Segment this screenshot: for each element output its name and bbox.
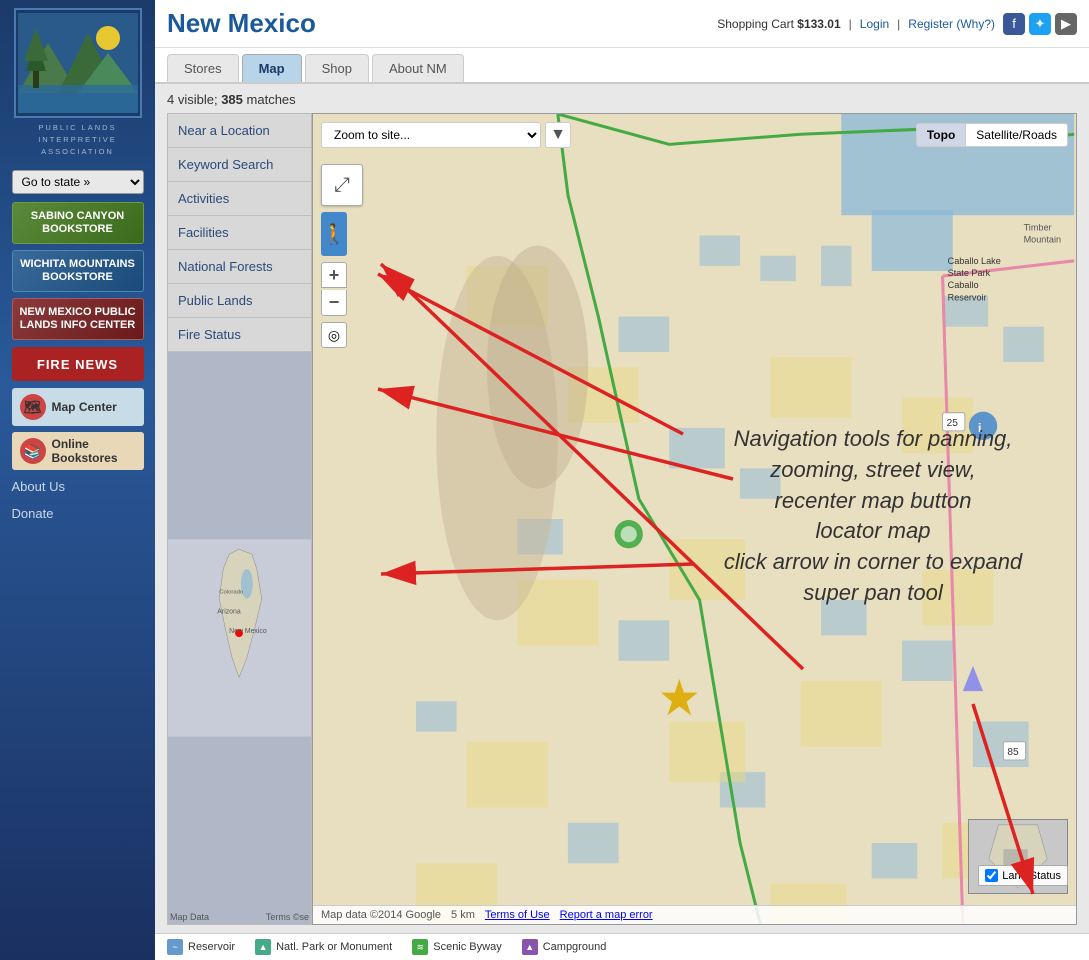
svg-text:State Park: State Park (948, 268, 991, 278)
login-link[interactable]: Login (860, 17, 889, 31)
map-data-text: Map data ©2014 Google (321, 909, 441, 921)
map-stats: 4 visible; 385 matches (167, 92, 1077, 107)
register-link[interactable]: Register (Why?) (908, 17, 995, 31)
fire-news-label: FIRE NEWS (37, 357, 118, 372)
bookstore-label: Online Bookstores (52, 437, 136, 465)
svg-text:Caballo Lake: Caballo Lake (948, 256, 1001, 266)
legend-campground: ▲ Campground (522, 939, 607, 955)
wichita-label: WICHITA MOUNTAINS BOOKSTORE (15, 258, 141, 284)
svg-text:25: 25 (947, 418, 959, 429)
terms-of-use-link[interactable]: Terms of Use (485, 909, 550, 921)
twitter-icon[interactable]: ✦ (1029, 13, 1051, 35)
sidebar-item-about-us[interactable]: About Us (12, 475, 144, 498)
filter-keyword[interactable]: Keyword Search (168, 148, 311, 182)
tabs: Stores Map Shop About NM (155, 48, 1089, 84)
filter-near-location[interactable]: Near a Location (168, 114, 311, 148)
main-map[interactable]: 25 85 i (312, 113, 1077, 925)
map-type-topo[interactable]: Topo (917, 124, 966, 146)
park-icon: ▲ (255, 939, 271, 955)
mini-map: Arizona New Mexico Colorado Map Data Ter… (168, 352, 311, 924)
map-bottom-bar: Map data ©2014 Google 5 km Terms of Use … (313, 905, 1076, 924)
filter-facilities[interactable]: Facilities (168, 216, 311, 250)
svg-text:Caballo: Caballo (948, 280, 979, 290)
logo-text: PUBLIC LANDS INTERPRETIVE ASSOCIATION (38, 122, 117, 158)
zoom-dropdown-button[interactable]: ▼ (545, 122, 571, 148)
filter-activities[interactable]: Activities (168, 182, 311, 216)
tab-shop[interactable]: Shop (305, 54, 369, 82)
header-right: Shopping Cart $133.01 | Login | Register… (717, 13, 1077, 35)
land-status-input[interactable] (985, 869, 998, 882)
reservoir-icon: ~ (167, 939, 183, 955)
facebook-icon[interactable]: f (1003, 13, 1025, 35)
report-error-link[interactable]: Report a map error (560, 909, 653, 921)
footer-legend: ~ Reservoir ▲ Natl. Park or Monument ≋ S… (155, 933, 1089, 960)
cart-label: Shopping Cart (717, 17, 794, 31)
svg-text:85: 85 (1007, 747, 1019, 758)
filter-panel: Near a Location Keyword Search Activitie… (167, 113, 312, 925)
pan-control[interactable]: ⤢ (321, 164, 363, 206)
cart-info: Shopping Cart $133.01 (717, 17, 840, 31)
svg-text:Reservoir: Reservoir (948, 292, 987, 302)
map-container: 4 visible; 385 matches Near a Location K… (155, 84, 1089, 933)
filter-public-lands[interactable]: Public Lands (168, 284, 311, 318)
bookstore-icon: 📚 (20, 438, 46, 464)
social-icons: f ✦ ▶ (1003, 13, 1077, 35)
main-content: New Mexico Shopping Cart $133.01 | Login… (155, 0, 1089, 960)
zoom-select-wrapper: Zoom to site... ▼ (321, 122, 571, 148)
sidebar-item-online-bookstores[interactable]: 📚 Online Bookstores (12, 432, 144, 470)
map-center-icon: 🗺 (20, 394, 46, 420)
pegman-streetview[interactable]: 🚶 (321, 212, 347, 256)
tab-about-nm[interactable]: About NM (372, 54, 464, 82)
svg-text:Mountain: Mountain (1024, 235, 1061, 245)
zoom-out-button[interactable]: − (321, 290, 347, 316)
sabino-label: SABINO CANYON BOOKSTORE (15, 210, 141, 236)
sidebar-item-map-center[interactable]: 🗺 Map Center (12, 388, 144, 426)
legend-park: ▲ Natl. Park or Monument (255, 939, 392, 955)
page-title: New Mexico (167, 8, 316, 39)
map-type-buttons: Topo Satellite/Roads (916, 123, 1068, 147)
land-status-checkbox[interactable]: Land Status (978, 865, 1068, 886)
map-center-label: Map Center (52, 400, 117, 414)
scenic-icon: ≋ (412, 939, 428, 955)
svg-text:Colorado: Colorado (219, 590, 244, 596)
mini-map-terms: Terms ©se (266, 912, 309, 922)
sidebar-item-nm[interactable]: NEW MEXICO PUBLIC LANDS INFO CENTER (12, 298, 144, 340)
filter-fire-status[interactable]: Fire Status (168, 318, 311, 352)
map-scale: 5 km (451, 909, 475, 921)
state-select-wrapper[interactable]: Go to state » (12, 170, 144, 194)
legend-reservoir: ~ Reservoir (167, 939, 235, 955)
svg-text:Timber: Timber (1024, 222, 1052, 232)
zoom-in-button[interactable]: + (321, 262, 347, 288)
state-select[interactable]: Go to state » (12, 170, 144, 194)
map-background: 25 85 i (313, 114, 1076, 924)
logo-area: PUBLIC LANDS INTERPRETIVE ASSOCIATION (8, 5, 148, 160)
cart-price: $133.01 (797, 17, 840, 31)
map-layout: Near a Location Keyword Search Activitie… (167, 113, 1077, 925)
fire-news-button[interactable]: FIRE NEWS (12, 347, 144, 381)
svg-text:i: i (978, 421, 981, 435)
campground-icon: ▲ (522, 939, 538, 955)
sidebar-item-donate[interactable]: Donate (12, 502, 144, 525)
svg-text:New Mexico: New Mexico (229, 628, 267, 635)
legend-scenic: ≋ Scenic Byway (412, 939, 501, 955)
sidebar: PUBLIC LANDS INTERPRETIVE ASSOCIATION Go… (0, 0, 155, 960)
header: New Mexico Shopping Cart $133.01 | Login… (155, 0, 1089, 48)
navigation-controls: ⤢ 🚶 + − ◎ (321, 164, 363, 348)
map-type-satellite[interactable]: Satellite/Roads (966, 124, 1067, 146)
recenter-button[interactable]: ◎ (321, 322, 347, 348)
mini-map-data-text: Map Data (170, 912, 209, 922)
zoom-to-site-select[interactable]: Zoom to site... (321, 122, 541, 148)
filter-national-forests[interactable]: National Forests (168, 250, 311, 284)
logo-image (14, 8, 142, 118)
land-status-label: Land Status (1002, 870, 1061, 882)
sidebar-item-sabino[interactable]: SABINO CANYON BOOKSTORE (12, 202, 144, 244)
map-toolbar: Zoom to site... ▼ Topo Satellite/Roads (313, 122, 1076, 148)
svg-text:Arizona: Arizona (217, 608, 241, 615)
youtube-icon[interactable]: ▶ (1055, 13, 1077, 35)
sidebar-item-wichita[interactable]: WICHITA MOUNTAINS BOOKSTORE (12, 250, 144, 292)
nm-label: NEW MEXICO PUBLIC LANDS INFO CENTER (15, 306, 141, 332)
tab-stores[interactable]: Stores (167, 54, 239, 82)
tab-map[interactable]: Map (242, 54, 302, 82)
